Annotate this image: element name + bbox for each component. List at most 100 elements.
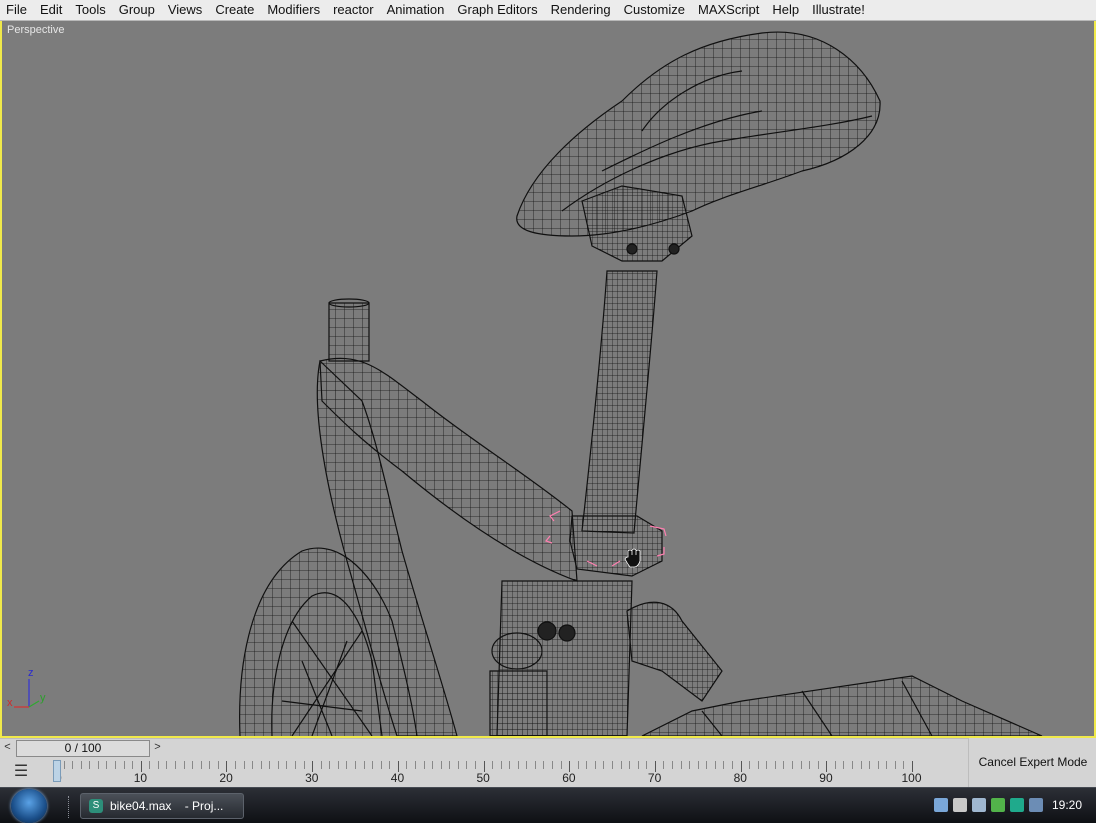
track-tick [372,761,374,769]
track-tick [543,761,545,769]
track-tick [586,761,588,769]
track-tick [423,761,425,769]
bike-wireframe [239,31,1043,736]
track-tick [380,761,382,769]
track-tick [243,761,245,769]
track-tick [277,761,279,769]
track-tick [749,761,751,769]
track-tick [89,761,91,769]
track-tick [714,761,716,769]
trackbar-toggle-icon[interactable]: ☰ [8,762,34,782]
axis-y-label: y [40,692,46,704]
time-slider-prev-button[interactable]: < [1,741,14,754]
track-tick-label: 20 [219,771,233,785]
track-tick [97,761,99,769]
track-tick [663,761,665,769]
tray-window-icon[interactable] [1029,798,1043,812]
track-tick [903,761,905,769]
track-tick [114,761,116,769]
track-tick [286,761,288,769]
track-tick [534,761,536,769]
track-tick [577,761,579,769]
track-tick [132,761,134,769]
time-slider[interactable]: 0 / 100 [16,740,150,757]
menu-rendering[interactable]: Rendering [545,1,618,19]
menu-animation[interactable]: Animation [381,1,452,19]
network-icon[interactable] [972,798,986,812]
track-tick-label: 10 [133,771,148,785]
windows-taskbar: S bike04.max - Proj... 19:20 [0,787,1096,823]
menu-group[interactable]: Group [113,1,162,19]
menu-maxscript[interactable]: MAXScript [692,1,766,19]
track-tick [303,761,305,769]
track-tick [766,761,768,769]
clock[interactable]: 19:20 [1052,798,1082,812]
track-tick [526,761,528,769]
track-tick-label: 90 [819,771,833,785]
track-tick [603,761,605,769]
taskbar-grip[interactable] [68,796,71,818]
track-tick [809,761,811,769]
menu-illustrate[interactable]: Illustrate! [806,1,872,19]
track-tick [123,761,125,769]
track-tick [389,761,391,769]
track-tick [192,761,194,769]
track-tick [209,761,211,769]
track-tick [697,761,699,769]
taskbar-button-3dsmax[interactable]: S bike04.max - Proj... [80,793,244,819]
menu-edit[interactable]: Edit [34,1,69,19]
track-tick [869,761,871,769]
track-tick [860,761,862,769]
menu-create[interactable]: Create [209,1,261,19]
security-icon[interactable] [991,798,1005,812]
track-bar-ruler[interactable]: 0102030405060708090100 [53,758,965,787]
track-tick-label: 40 [390,771,405,785]
track-tick [886,761,888,769]
track-tick [166,761,168,769]
track-tick [672,761,674,769]
track-tick [294,761,296,769]
track-tick [817,761,819,769]
track-tick-label: 50 [476,771,490,785]
menu-reactor[interactable]: reactor [327,1,380,19]
menu-customize[interactable]: Customize [618,1,692,19]
menu-tools[interactable]: Tools [69,1,112,19]
track-tick [354,761,356,769]
start-orb-icon[interactable] [11,789,47,823]
track-tick [183,761,185,769]
track-tick [800,761,802,769]
menu-help[interactable]: Help [766,1,806,19]
tray-app-icon[interactable] [934,798,948,812]
expert-mode-panel: Cancel Expert Mode [968,738,1096,787]
track-tick [269,761,271,769]
axis-tripod: z x y [4,667,54,711]
track-tick [174,761,176,769]
speaker-icon[interactable] [953,798,967,812]
track-tick [337,761,339,769]
track-tick [329,761,331,769]
menu-modifiers[interactable]: Modifiers [261,1,327,19]
track-tick [492,761,494,769]
menu-views[interactable]: Views [162,1,209,19]
track-tick [843,761,845,769]
track-tick [106,761,108,769]
track-tick [320,761,322,769]
track-tick [432,761,434,769]
track-bar[interactable]: ☰ 0102030405060708090100 [0,758,968,787]
track-tick [834,761,836,769]
taskbar-button-label: bike04.max - Proj... [110,799,224,813]
perspective-viewport[interactable]: Perspective z x y [0,21,1096,738]
track-tick [560,761,562,769]
menu-graph-editors[interactable]: Graph Editors [451,1,544,19]
cancel-expert-mode-button[interactable]: Cancel Expert Mode [973,747,1093,777]
time-slider-next-button[interactable]: > [151,741,164,754]
sync-icon[interactable] [1010,798,1024,812]
track-tick [414,761,416,769]
time-cursor[interactable] [53,760,61,782]
track-tick [252,761,254,769]
menu-file[interactable]: File [0,1,34,19]
time-slider-row: < 0 / 100 > [0,738,968,758]
track-tick [149,761,151,769]
track-tick-label: 30 [305,771,319,785]
track-tick [72,761,74,769]
